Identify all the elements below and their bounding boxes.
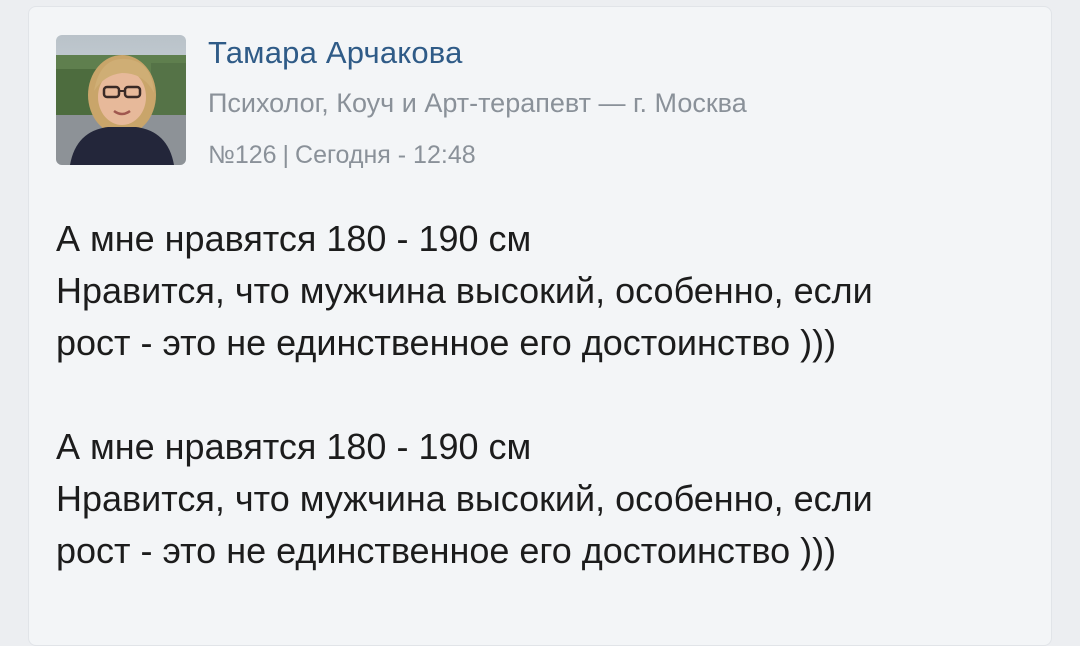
- post-paragraph: А мне нравятся 180 - 190 см Нравится, чт…: [56, 421, 1046, 577]
- paragraph-line: рост - это не единственное его достоинст…: [56, 322, 837, 363]
- avatar[interactable]: [56, 35, 186, 165]
- paragraph-line: Нравится, что мужчина высокий, особенно,…: [56, 270, 873, 311]
- paragraph-line: рост - это не единственное его достоинст…: [56, 530, 837, 571]
- avatar-photo: [56, 35, 186, 165]
- meta-separator: |: [282, 141, 290, 169]
- post-time: Сегодня - 12:48: [295, 141, 476, 169]
- post-body: А мне нравятся 180 - 190 см Нравится, чт…: [56, 213, 1046, 577]
- paragraph-line: А мне нравятся 180 - 190 см: [56, 426, 532, 467]
- post-meta: №126 | Сегодня - 12:48: [208, 141, 476, 170]
- post-number: №126: [208, 141, 277, 169]
- paragraph-line: А мне нравятся 180 - 190 см: [56, 218, 532, 259]
- author-description: Психолог, Коуч и Арт-терапевт — г. Москв…: [208, 88, 747, 118]
- author-name[interactable]: Тамара Арчакова: [208, 35, 463, 71]
- paragraph-line: Нравится, что мужчина высокий, особенно,…: [56, 478, 873, 519]
- post-paragraph: А мне нравятся 180 - 190 см Нравится, чт…: [56, 213, 1046, 369]
- post-card: Тамара Арчакова Психолог, Коуч и Арт-тер…: [28, 6, 1052, 646]
